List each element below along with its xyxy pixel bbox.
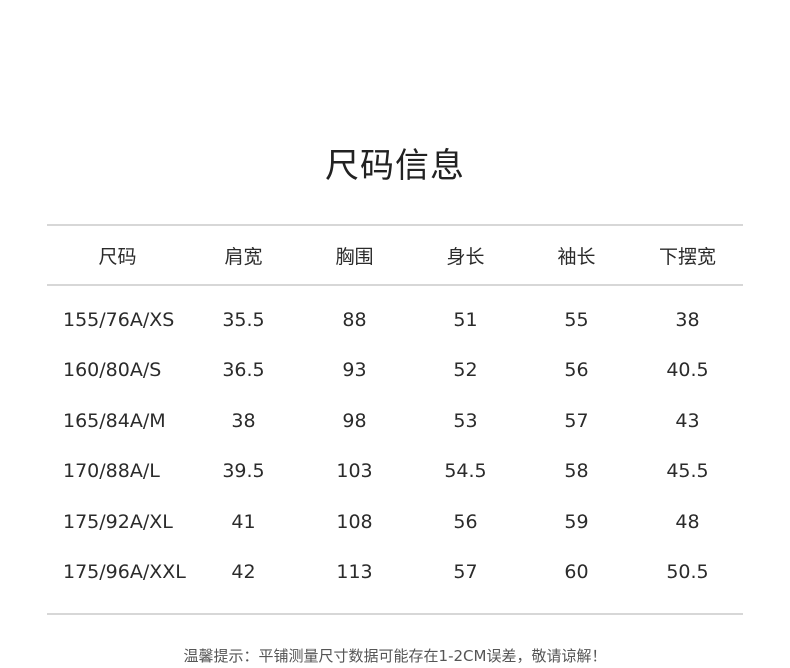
table-bottom-divider <box>47 613 743 615</box>
table-header-divider <box>47 284 743 286</box>
table-row: 170/88A/L 39.5 103 54.5 58 45.5 <box>47 446 743 496</box>
header-sleeve: 袖长 <box>557 245 596 268</box>
shoulder-cell: 41 <box>231 511 256 533</box>
sleeve-cell: 60 <box>564 561 589 583</box>
hem-cell: 40.5 <box>666 359 709 381</box>
table-top-divider <box>47 224 743 226</box>
sleeve-cell: 58 <box>564 460 589 482</box>
length-cell: 52 <box>453 359 478 381</box>
size-cell: 160/80A/S <box>63 359 162 381</box>
size-cell: 175/92A/XL <box>63 511 173 533</box>
size-cell: 170/88A/L <box>63 460 160 482</box>
length-cell: 53 <box>453 410 478 432</box>
sleeve-cell: 55 <box>564 309 589 331</box>
header-length: 身长 <box>446 245 485 268</box>
header-size: 尺码 <box>98 245 137 268</box>
hem-cell: 45.5 <box>666 460 709 482</box>
length-cell: 57 <box>453 561 478 583</box>
chest-cell: 108 <box>336 511 373 533</box>
chest-cell: 98 <box>342 410 367 432</box>
length-cell: 51 <box>453 309 478 331</box>
hem-cell: 38 <box>675 309 700 331</box>
size-cell: 175/96A/XXL <box>63 561 186 583</box>
table-row: 155/76A/XS 35.5 88 51 55 38 <box>47 295 743 345</box>
table-row: 165/84A/M 38 98 53 57 43 <box>47 396 743 446</box>
measurement-note: 温馨提示：平铺测量尺寸数据可能存在1-2CM误差，敬请谅解！ <box>183 647 607 665</box>
table-row: 160/80A/S 36.5 93 52 56 40.5 <box>47 345 743 395</box>
table-row: 175/92A/XL 41 108 56 59 48 <box>47 497 743 547</box>
size-cell: 165/84A/M <box>63 410 166 432</box>
sleeve-cell: 57 <box>564 410 589 432</box>
shoulder-cell: 36.5 <box>222 359 265 381</box>
header-chest: 胸围 <box>335 245 374 268</box>
page-title: 尺码信息 <box>325 146 465 186</box>
shoulder-cell: 38 <box>231 410 256 432</box>
length-cell: 54.5 <box>444 460 487 482</box>
shoulder-cell: 42 <box>231 561 256 583</box>
hem-cell: 48 <box>675 511 700 533</box>
shoulder-cell: 35.5 <box>222 309 265 331</box>
chest-cell: 88 <box>342 309 367 331</box>
sleeve-cell: 59 <box>564 511 589 533</box>
hem-cell: 50.5 <box>666 561 709 583</box>
chest-cell: 103 <box>336 460 373 482</box>
shoulder-cell: 39.5 <box>222 460 265 482</box>
size-cell: 155/76A/XS <box>63 309 175 331</box>
table-header: 尺码 肩宽 胸围 身长 袖长 下摆宽 <box>47 232 743 278</box>
sleeve-cell: 56 <box>564 359 589 381</box>
header-hem: 下摆宽 <box>658 245 716 268</box>
header-shoulder: 肩宽 <box>224 245 263 268</box>
chest-cell: 113 <box>336 561 373 583</box>
length-cell: 56 <box>453 511 478 533</box>
hem-cell: 43 <box>675 410 700 432</box>
table-row: 175/96A/XXL 42 113 57 60 50.5 <box>47 547 743 597</box>
chest-cell: 93 <box>342 359 367 381</box>
